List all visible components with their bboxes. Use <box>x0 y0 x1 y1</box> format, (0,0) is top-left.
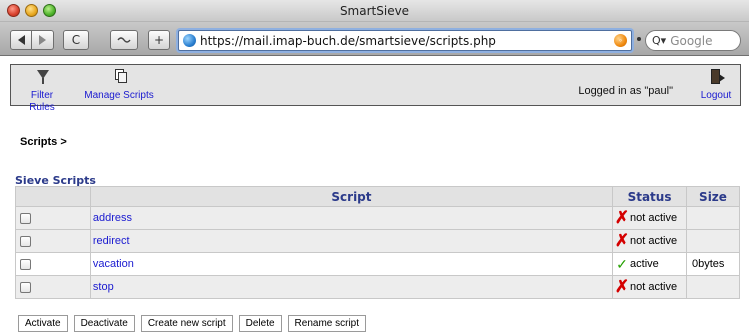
rss-icon[interactable]: ◦ <box>614 34 627 47</box>
reload-icon: C <box>71 33 81 47</box>
search-icon[interactable]: Q▾ <box>652 34 666 47</box>
size-cell <box>686 206 740 230</box>
column-header-select <box>15 186 91 207</box>
table-row: address ✗not active <box>15 206 740 230</box>
table-row: stop ✗not active <box>15 275 740 299</box>
nav-filter-rules-label: Filter Rules <box>29 90 55 113</box>
delete-button[interactable]: Delete <box>238 315 282 332</box>
logout-link[interactable]: Logout <box>696 68 736 102</box>
row-select-checkbox[interactable] <box>20 281 31 293</box>
add-bookmark-button[interactable]: + <box>148 30 170 50</box>
nav-filter-rules[interactable]: Filter Rules <box>17 68 67 114</box>
active-check-icon: ✓ <box>616 256 628 272</box>
script-link[interactable]: stop <box>93 281 114 293</box>
not-active-cross-icon: ✗ <box>614 231 630 250</box>
exit-door-icon <box>707 68 725 86</box>
deactivate-button[interactable]: Deactivate <box>73 315 135 332</box>
documents-icon <box>110 68 128 86</box>
status-text: not active <box>630 234 678 247</box>
browser-toolbar: C + https://mail.imap-buch.de/smartsieve… <box>0 22 749 56</box>
status-text: not active <box>630 211 678 224</box>
filter-icon <box>33 68 51 86</box>
snapback-button[interactable] <box>110 30 138 50</box>
row-select-checkbox[interactable] <box>20 258 31 270</box>
site-globe-icon <box>183 34 196 47</box>
script-actions: Activate Deactivate Create new script De… <box>18 315 367 332</box>
not-active-cross-icon: ✗ <box>614 277 630 296</box>
back-arrow-icon <box>17 35 25 45</box>
row-select-checkbox[interactable] <box>20 235 31 247</box>
toolbar-separator <box>637 37 641 41</box>
window-titlebar: SmartSieve <box>0 0 749 22</box>
logout-label: Logout <box>700 90 732 101</box>
snapback-icon <box>117 37 131 43</box>
not-active-cross-icon: ✗ <box>614 208 630 227</box>
column-header-script: Script <box>89 186 614 207</box>
table-row: vacation ✓ active 0bytes <box>15 252 740 276</box>
nav-manage-scripts[interactable]: Manage Scripts <box>84 68 154 102</box>
table-row: redirect ✗not active <box>15 229 740 253</box>
status-text: not active <box>630 280 678 293</box>
script-link[interactable]: redirect <box>93 235 130 247</box>
plus-icon: + <box>153 33 165 47</box>
back-button[interactable] <box>10 30 32 50</box>
script-link[interactable]: vacation <box>93 258 134 270</box>
search-placeholder: Google <box>670 33 713 48</box>
breadcrumb: Scripts > <box>20 136 67 148</box>
create-new-script-button[interactable]: Create new script <box>140 315 233 332</box>
nav-manage-scripts-label: Manage Scripts <box>84 90 154 101</box>
search-input[interactable]: Q▾ Google <box>645 30 741 51</box>
forward-arrow-icon <box>39 35 46 45</box>
url-text[interactable]: https://mail.imap-buch.de/smartsieve/scr… <box>200 34 496 48</box>
app-header: Filter Rules Manage Scripts Logged in as… <box>10 64 741 113</box>
column-header-size: Size <box>686 186 740 207</box>
column-header-status: Status <box>612 186 687 207</box>
reload-button[interactable]: C <box>63 30 89 50</box>
logged-in-status: Logged in as "paul" <box>578 85 673 97</box>
activate-button[interactable]: Activate <box>18 315 68 332</box>
address-bar[interactable]: https://mail.imap-buch.de/smartsieve/scr… <box>178 30 632 51</box>
table-header-row: Script Status Size <box>15 186 740 207</box>
status-text: active <box>630 257 659 270</box>
scripts-table: Script Status Size address ✗not active r… <box>15 186 740 299</box>
window-title: SmartSieve <box>339 4 410 18</box>
row-select-checkbox[interactable] <box>20 212 31 224</box>
size-cell: 0bytes <box>686 252 740 276</box>
size-cell <box>686 275 740 299</box>
rename-script-button[interactable]: Rename script <box>287 315 367 332</box>
script-link[interactable]: address <box>93 212 132 224</box>
size-cell <box>686 229 740 253</box>
forward-button[interactable] <box>32 30 54 50</box>
